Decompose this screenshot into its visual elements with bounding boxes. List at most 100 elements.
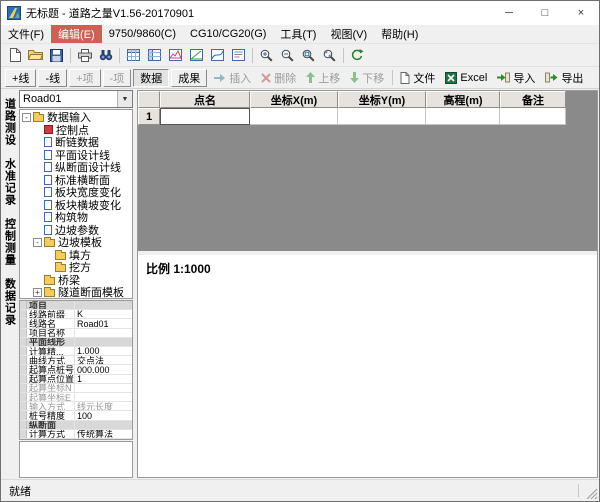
- side-tab-control-survey[interactable]: 控制测量: [2, 218, 18, 266]
- property-start-coord-e[interactable]: 起算坐标E: [20, 393, 132, 402]
- tree-item-slope-parameters[interactable]: 边坡参数: [20, 224, 132, 237]
- data-view-button[interactable]: 数据: [133, 69, 169, 87]
- property-start-coord-n[interactable]: 起算坐标N: [20, 384, 132, 393]
- tree-item-control-points[interactable]: 控制点: [20, 124, 132, 137]
- chevron-down-icon[interactable]: ▼: [117, 91, 132, 107]
- property-input-method[interactable]: 输入方式 线元长度: [20, 402, 132, 411]
- grid-corner-cell[interactable]: [138, 91, 160, 108]
- delete-row-button[interactable]: 删除: [256, 70, 301, 86]
- tree-item-broken-chainage[interactable]: 断链数据: [20, 136, 132, 149]
- data-grid-button[interactable]: [144, 45, 165, 65]
- export-button[interactable]: 导出: [540, 70, 588, 86]
- grid-header-row: 点名 坐标X(m) 坐标Y(m) 高程(m) 备注: [138, 91, 597, 108]
- side-tab-data-record[interactable]: 数据记录: [2, 278, 18, 326]
- cell-elevation[interactable]: [426, 108, 500, 125]
- property-category-project[interactable]: 项目: [20, 301, 132, 310]
- tree-item-cut[interactable]: 挖方: [20, 261, 132, 274]
- report-view-button[interactable]: [228, 45, 249, 65]
- zoom-in-button[interactable]: [256, 45, 277, 65]
- property-category-plan-alignment[interactable]: 平面线形: [20, 338, 132, 347]
- column-header-coord-x[interactable]: 坐标X(m): [250, 91, 338, 108]
- menu-edit[interactable]: 编辑(E): [51, 25, 102, 43]
- property-calc-precision[interactable]: 计算精... 1.000: [20, 347, 132, 356]
- property-station-precision[interactable]: 桩号精度 100: [20, 411, 132, 420]
- property-start-position[interactable]: 起算点位置 1: [20, 375, 132, 384]
- property-calc-method[interactable]: 计算方式 传统算法: [20, 430, 132, 439]
- tree-item-slab-crossfall-change[interactable]: 板块横坡变化: [20, 199, 132, 212]
- minimize-button[interactable]: ─: [491, 1, 527, 25]
- move-up-button[interactable]: 上移: [301, 70, 345, 86]
- cell-point-name[interactable]: [160, 108, 250, 125]
- refresh-button[interactable]: [347, 45, 368, 65]
- status-text: 就绪: [9, 483, 31, 499]
- insert-row-button[interactable]: 插入: [209, 70, 256, 86]
- remove-line-button[interactable]: -线: [38, 69, 67, 87]
- result-view-button[interactable]: 成果: [171, 69, 207, 87]
- tree-item-plan-design-line[interactable]: 平面设计线: [20, 149, 132, 162]
- property-value: K: [75, 310, 132, 319]
- property-line-prefix[interactable]: 线路前缀 K: [20, 310, 132, 319]
- side-tab-road-survey[interactable]: 道路测设: [2, 98, 18, 146]
- menu-tools[interactable]: 工具(T): [273, 25, 323, 43]
- cell-coord-x[interactable]: [250, 108, 338, 125]
- tree-item-fill[interactable]: 填方: [20, 249, 132, 262]
- road-selector[interactable]: Road01 ▼: [19, 90, 133, 108]
- property-curve-method[interactable]: 曲线方式 交点法: [20, 356, 132, 365]
- open-file-button[interactable]: [25, 45, 46, 65]
- column-header-point-name[interactable]: 点名: [160, 91, 250, 108]
- cell-coord-y[interactable]: [338, 108, 426, 125]
- file-icon: [400, 72, 410, 84]
- property-line-name[interactable]: 线路名 Road01: [20, 319, 132, 328]
- close-button[interactable]: ×: [563, 1, 599, 25]
- tree-item-slab-width-change[interactable]: 板块宽度变化: [20, 186, 132, 199]
- menu-help[interactable]: 帮助(H): [374, 25, 425, 43]
- table-view-button[interactable]: [123, 45, 144, 65]
- save-button[interactable]: [46, 45, 67, 65]
- property-project-name[interactable]: 项目名称: [20, 329, 132, 338]
- tree-item-tunnel-section-template[interactable]: + 隧道断面模板: [20, 286, 132, 299]
- tree-item-profile-design-line[interactable]: 纵断面设计线: [20, 161, 132, 174]
- move-down-button[interactable]: 下移: [345, 70, 389, 86]
- property-gutter: [20, 319, 27, 327]
- menu-9750-9860[interactable]: 9750/9860(C): [102, 25, 183, 43]
- tree-item-bridge[interactable]: 桥梁: [20, 274, 132, 287]
- property-gutter: [20, 430, 27, 438]
- tree-expander-icon[interactable]: -: [22, 113, 31, 122]
- menu-view[interactable]: 视图(V): [323, 25, 374, 43]
- find-button[interactable]: [95, 45, 116, 65]
- side-tab-level-record[interactable]: 水准记录: [2, 158, 18, 206]
- cross-section-button[interactable]: [165, 45, 186, 65]
- drawing-canvas[interactable]: 比例 1:1000: [138, 255, 597, 477]
- print-button[interactable]: [74, 45, 95, 65]
- tree-item-standard-cross-section[interactable]: 标准横断面: [20, 174, 132, 187]
- row-header-cell[interactable]: 1: [138, 108, 160, 125]
- zoom-out-button[interactable]: [277, 45, 298, 65]
- column-header-remark[interactable]: 备注: [500, 91, 566, 108]
- property-category-profile[interactable]: 纵断面: [20, 421, 132, 430]
- zoom-window-button[interactable]: [298, 45, 319, 65]
- tree-item-label: 数据输入: [47, 111, 91, 124]
- column-header-coord-y[interactable]: 坐标Y(m): [338, 91, 426, 108]
- zoom-extent-button[interactable]: [319, 45, 340, 65]
- plan-view-button[interactable]: [207, 45, 228, 65]
- menu-cg10-cg20[interactable]: CG10/CG20(G): [183, 25, 273, 43]
- property-start-station[interactable]: 起算点桩号 000.000: [20, 365, 132, 374]
- tree-item-slope-template[interactable]: - 边坡模板: [20, 236, 132, 249]
- file-button[interactable]: 文件: [395, 70, 440, 86]
- maximize-button[interactable]: □: [527, 1, 563, 25]
- tree-item-data-input[interactable]: - 数据输入: [20, 111, 132, 124]
- cell-remark[interactable]: [500, 108, 566, 125]
- new-file-button[interactable]: [4, 45, 25, 65]
- profile-view-button[interactable]: [186, 45, 207, 65]
- import-button[interactable]: 导入: [492, 70, 540, 86]
- tree-expander-icon[interactable]: +: [33, 288, 42, 297]
- column-header-elevation[interactable]: 高程(m): [426, 91, 500, 108]
- resize-grip-icon[interactable]: [586, 488, 598, 500]
- add-line-button[interactable]: +线: [5, 69, 36, 87]
- excel-button[interactable]: Excel: [440, 72, 492, 84]
- add-item-button[interactable]: +项: [69, 69, 100, 87]
- remove-item-button[interactable]: -项: [103, 69, 132, 87]
- tree-item-structures[interactable]: 构筑物: [20, 211, 132, 224]
- menu-file[interactable]: 文件(F): [1, 25, 51, 43]
- tree-expander-icon[interactable]: -: [33, 238, 42, 247]
